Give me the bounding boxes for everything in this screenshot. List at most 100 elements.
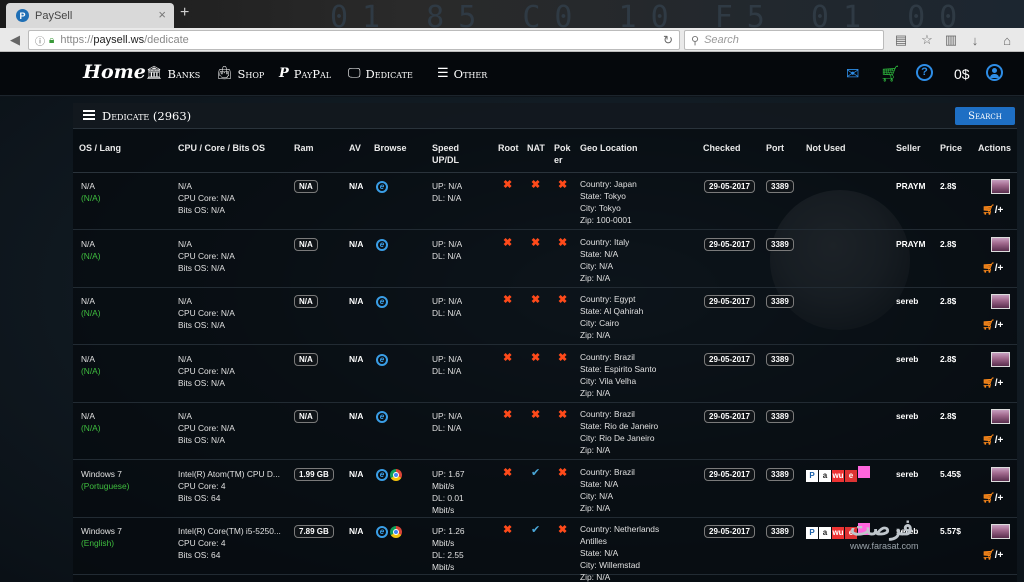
col-seller[interactable]: Seller — [896, 142, 921, 154]
root-no-icon: ✖ — [503, 409, 513, 421]
col-checked[interactable]: Checked — [703, 142, 741, 154]
home-icon[interactable]: ⌂ — [998, 31, 1016, 49]
reload-icon[interactable]: ↻ — [663, 33, 673, 47]
price-value: 2.8$ — [940, 354, 957, 364]
cart-icon[interactable]: 🛒︎ — [880, 64, 900, 84]
url-prefix: https:// — [60, 34, 94, 46]
back-button[interactable]: ◀ — [6, 31, 24, 49]
nav-banks[interactable]: 🏛︎ Banks — [146, 66, 200, 81]
col-av[interactable]: AV — [349, 142, 361, 154]
preview-image-button[interactable] — [991, 179, 1010, 194]
col-geo[interactable]: Geo Location — [580, 142, 638, 154]
preview-image-button[interactable] — [991, 467, 1010, 482]
col-browse[interactable]: Browse — [374, 142, 407, 154]
geo-state: State: N/A — [580, 479, 619, 489]
speed-cell: UP: N/A DL: N/A — [432, 180, 462, 204]
cpu-core: CPU Core: N/A — [178, 308, 235, 318]
add-to-cart-button[interactable]: 🛒︎/+ — [982, 435, 1003, 446]
col-cpu[interactable]: CPU / Core / Bits OS — [178, 142, 265, 154]
library-icon[interactable]: ▥ — [942, 31, 960, 49]
reader-icon[interactable]: ▤ — [892, 31, 910, 49]
preview-image-button[interactable] — [991, 524, 1010, 539]
nav-dedicate-label: Dedicate — [365, 66, 413, 81]
root-no-icon: ✖ — [503, 524, 513, 536]
western-union-badge-icon: wu — [832, 470, 844, 482]
help-icon[interactable]: ? — [916, 64, 933, 81]
preview-image-button[interactable] — [991, 352, 1010, 367]
mail-icon[interactable]: ✉ — [846, 64, 859, 84]
av-value: N/A — [349, 239, 364, 249]
port-cell: 3389 — [766, 410, 794, 423]
speed-dl: DL: N/A — [432, 193, 462, 203]
ram-badge: N/A — [294, 180, 318, 193]
ram-badge: N/A — [294, 353, 318, 366]
col-speed[interactable]: Speed UP/DL — [432, 142, 459, 166]
browser-search-input[interactable]: ⚲ Search — [684, 30, 884, 50]
ram-badge: N/A — [294, 238, 318, 251]
info-icon[interactable]: ⓘ — [35, 33, 45, 48]
cart-icon: 🛒︎ — [982, 263, 995, 274]
cpu-bits: Bits OS: N/A — [178, 320, 226, 330]
add-to-cart-button[interactable]: 🛒︎/+ — [982, 493, 1003, 504]
col-os[interactable]: OS / Lang — [79, 142, 121, 154]
geo-state: State: Rio de Janeiro — [580, 421, 659, 431]
chrome-icon — [390, 468, 402, 481]
port-cell: 3389 — [766, 468, 794, 481]
cpu-name: N/A — [178, 354, 192, 364]
bookmark-star-icon[interactable]: ☆ — [918, 31, 936, 49]
nav-dedicate[interactable]: 🖵︎ Dedicate — [348, 66, 413, 81]
nat-no-icon: ✖ — [531, 237, 541, 249]
geo-state: State: Tokyo — [580, 191, 626, 201]
preview-image-button[interactable] — [991, 409, 1010, 424]
col-poker[interactable]: Pok er — [554, 142, 571, 166]
col-notused[interactable]: Not Used — [806, 142, 846, 154]
nav-other[interactable]: ☰ Other — [437, 66, 487, 81]
amazon-badge-icon: a — [819, 470, 831, 482]
url-bar[interactable]: ⓘ 🔒︎ https:// paysell.ws /dedicate ↻ — [28, 30, 680, 50]
add-to-cart-button[interactable]: 🛒︎/+ — [982, 263, 1003, 274]
col-ram[interactable]: Ram — [294, 142, 314, 154]
add-to-cart-button[interactable]: 🛒︎/+ — [982, 320, 1003, 331]
new-tab-button[interactable]: + — [180, 4, 189, 22]
os-lang: (English) — [81, 538, 115, 548]
col-root[interactable]: Root — [498, 142, 519, 154]
cart-icon: 🛒︎ — [982, 493, 995, 504]
menu-icon[interactable] — [83, 110, 95, 120]
watermark-site: www.farasat.com — [850, 541, 919, 551]
os-lang: (N/A) — [81, 423, 101, 433]
nav-paypal[interactable]: P PayPal — [279, 66, 331, 81]
col-price[interactable]: Price — [940, 142, 962, 154]
internet-explorer-icon: e — [376, 295, 388, 308]
plus-icon: /+ — [994, 550, 1004, 561]
port-value: 3389 — [766, 295, 794, 308]
os-name: Windows 7 — [81, 469, 122, 479]
port-value: 3389 — [766, 525, 794, 538]
ram-cell: N/A — [294, 295, 318, 308]
tab-title: PaySell — [35, 9, 73, 22]
checked-date: 29-05-2017 — [704, 525, 755, 538]
close-tab-icon[interactable]: × — [158, 7, 166, 22]
col-nat[interactable]: NAT — [527, 142, 545, 154]
geo-cell: Country: Japan State: Tokyo City: Tokyo Zip… — [580, 178, 637, 226]
preview-image-button[interactable] — [991, 294, 1010, 309]
poker-no-icon: ✖ — [558, 352, 568, 364]
col-port[interactable]: Port — [766, 142, 784, 154]
checked-date: 29-05-2017 — [704, 410, 755, 423]
cpu-name: Intel(R) Core(TM) i5-5250... — [178, 526, 281, 536]
col-actions: Actions — [978, 143, 1012, 153]
add-to-cart-button[interactable]: 🛒︎/+ — [982, 205, 1003, 216]
speed-cell: UP: N/A DL: N/A — [432, 295, 462, 319]
nav-shop[interactable]: 👜︎ Shop — [216, 66, 264, 81]
plus-icon: /+ — [994, 435, 1004, 446]
home-link[interactable]: Home — [83, 61, 146, 83]
download-icon[interactable]: ↓ — [966, 31, 984, 49]
browser-tab[interactable]: P PaySell × — [6, 3, 174, 28]
add-to-cart-button[interactable]: 🛒︎/+ — [982, 550, 1003, 561]
user-account-icon[interactable] — [986, 64, 1003, 81]
os-cell: Windows 7 (Portuguese) — [81, 468, 129, 492]
browser-nav-bar: ◀ ⓘ 🔒︎ https:// paysell.ws /dedicate ↻ ⚲… — [0, 28, 1024, 52]
add-to-cart-button[interactable]: 🛒︎/+ — [982, 378, 1003, 389]
search-button[interactable]: Search — [955, 107, 1015, 125]
root-no-icon: ✖ — [503, 352, 513, 364]
preview-image-button[interactable] — [991, 237, 1010, 252]
